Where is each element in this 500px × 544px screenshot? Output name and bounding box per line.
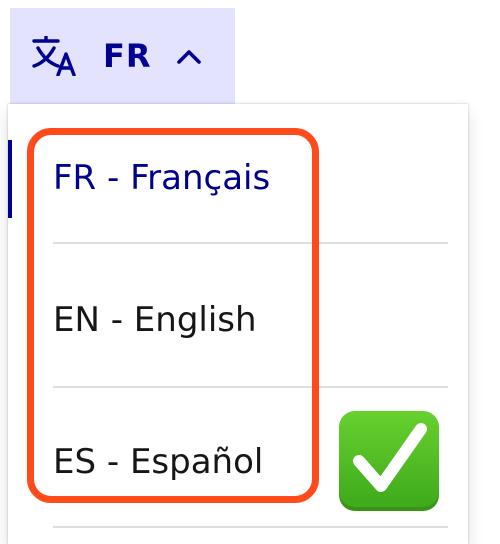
language-option-fr[interactable]: FR - Français xyxy=(53,138,448,218)
divider xyxy=(53,526,448,528)
check-mark-icon xyxy=(339,411,439,511)
divider xyxy=(53,386,448,388)
language-selector-button[interactable]: FR xyxy=(10,8,235,104)
divider xyxy=(53,242,448,244)
language-option-en[interactable]: EN - English xyxy=(53,280,448,360)
translate-icon xyxy=(32,36,76,76)
chevron-up-icon xyxy=(176,50,201,64)
current-language-code: FR xyxy=(103,37,152,75)
active-item-indicator xyxy=(8,140,12,218)
